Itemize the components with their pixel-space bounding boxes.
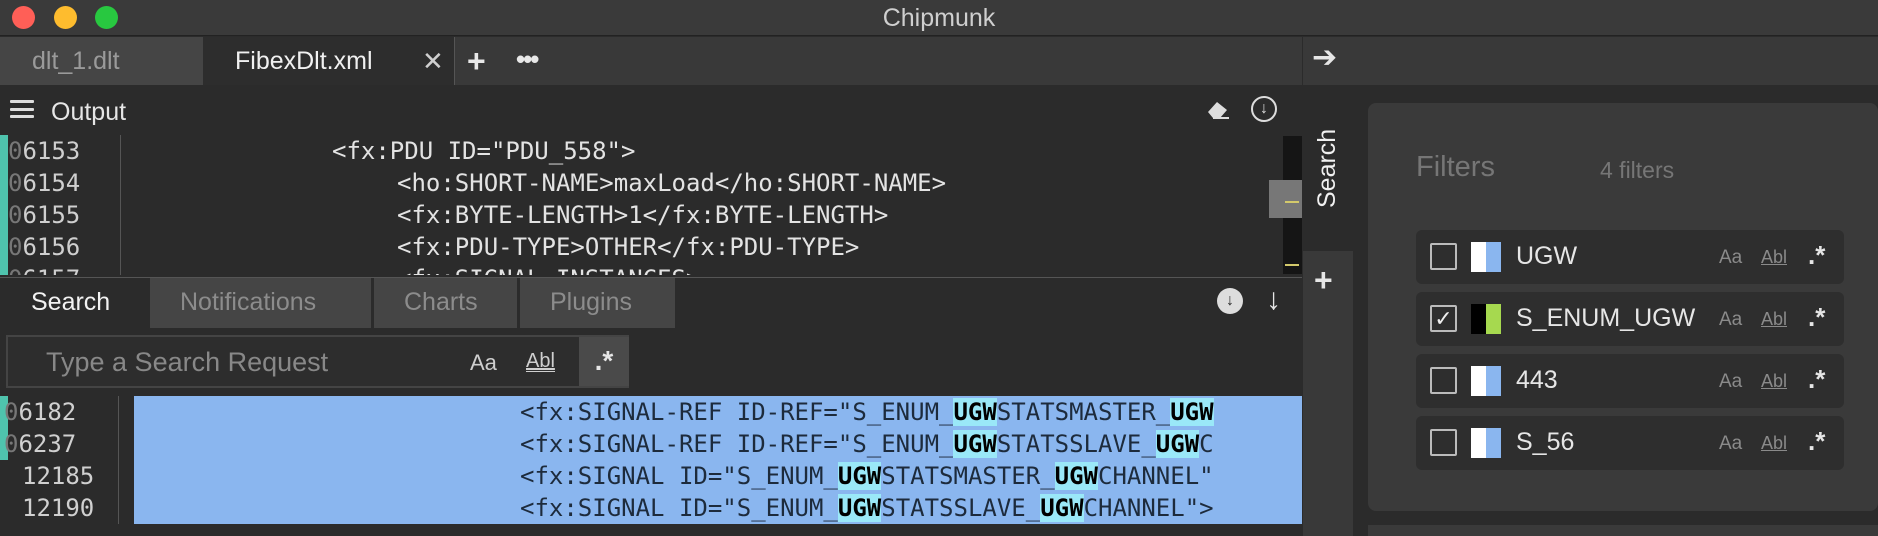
color-swatch-icon[interactable] (1471, 428, 1501, 458)
search-results[interactable]: 06182 <fx:SIGNAL-REF ID-REF="S_ENUM_UGWS… (0, 396, 1302, 524)
result-text: <fx:SIGNAL ID="S_ENUM_UGWSTATSMASTER_UGW… (134, 460, 1302, 492)
code-line: 06154 <ho:SHORT-NAME>maxLoad</ho:SHORT-N… (0, 167, 1284, 199)
result-row[interactable]: 06237 <fx:SIGNAL-REF ID-REF="S_ENUM_UGWS… (0, 428, 1302, 460)
match-marker (1285, 264, 1299, 266)
result-line-number: 06182 (4, 398, 77, 426)
whole-word-icon[interactable]: Abl (1761, 309, 1787, 330)
result-line-number: 06237 (4, 430, 77, 458)
filter-row[interactable]: 443 Aa Abl .* (1416, 354, 1844, 408)
result-text: <fx:SIGNAL-REF ID-REF="S_ENUM_UGWSTATSMA… (134, 396, 1302, 428)
regex-icon[interactable]: .* (1808, 426, 1825, 457)
regex-icon[interactable]: .* (1808, 240, 1825, 271)
tab-fibexdlt[interactable]: FibexDlt.xml (203, 37, 455, 85)
gutter-divider (118, 396, 119, 524)
filter-label: 443 (1516, 366, 1558, 394)
close-tab-icon[interactable]: ✕ (422, 37, 444, 85)
line-number: 6154 (22, 169, 81, 197)
code-line: 06153 <fx:PDU ID="PDU_558"> (0, 135, 1284, 167)
result-text: <fx:SIGNAL ID="S_ENUM_UGWSTATSSLAVE_UGWC… (134, 492, 1302, 524)
file-tabs-bar: dlt_1.dlt FibexDlt.xml ✕ + ••• (0, 37, 1302, 85)
match-case-icon[interactable]: Aa (1719, 247, 1742, 269)
tab-label: FibexDlt.xml (235, 47, 373, 75)
match-marker (1285, 201, 1299, 203)
result-line-number: 12185 (22, 462, 95, 490)
add-icon[interactable]: + (1314, 262, 1333, 299)
filter-row[interactable]: S_56 Aa Abl .* (1416, 416, 1844, 470)
match-case-icon[interactable]: Aa (1719, 433, 1742, 455)
title-bar: Chipmunk (0, 0, 1878, 36)
arrow-right-icon[interactable]: ➔ (1312, 40, 1337, 75)
whole-word-icon[interactable]: Abl (1761, 371, 1787, 392)
regex-icon[interactable]: .* (1808, 302, 1825, 333)
match-case-button[interactable]: Aa (470, 350, 497, 376)
color-swatch-icon[interactable] (1471, 366, 1501, 396)
color-swatch-icon[interactable] (1471, 242, 1501, 272)
status-strip (0, 524, 1302, 536)
match-case-icon[interactable]: Aa (1719, 371, 1742, 393)
line-number: 6155 (22, 201, 81, 229)
sidebar-tab-label[interactable]: Search (1313, 129, 1342, 208)
output-header: Output (0, 86, 1302, 128)
regex-icon[interactable]: .* (1808, 364, 1825, 395)
eraser-icon[interactable] (1205, 98, 1231, 120)
filter-checkbox[interactable] (1430, 429, 1457, 456)
line-number: 6157 (22, 265, 80, 275)
code-line: 06157 <fx:SIGNAL-INSTANCES> (0, 263, 1284, 275)
match-case-icon[interactable]: Aa (1719, 309, 1742, 331)
arrow-down-icon[interactable]: ↓ (1266, 283, 1281, 317)
result-line-number: 12190 (22, 494, 95, 522)
code-line: 06156 <fx:PDU-TYPE>OTHER</fx:PDU-TYPE> (0, 231, 1284, 263)
line-text: <fx:PDU ID="PDU_558"> (332, 137, 636, 165)
filter-checkbox[interactable] (1430, 367, 1457, 394)
filter-checkbox[interactable]: ✓ (1430, 305, 1457, 332)
tab-notifications[interactable]: Notifications (150, 278, 372, 328)
line-number: 6156 (22, 233, 81, 261)
color-swatch-icon[interactable] (1471, 304, 1501, 334)
result-text: <fx:SIGNAL-REF ID-REF="S_ENUM_UGWSTATSSL… (134, 428, 1302, 460)
scrollbar-thumb[interactable] (1269, 180, 1302, 218)
download-icon[interactable]: ↓ (1251, 96, 1277, 122)
tab-label: dlt_1.dlt (32, 47, 120, 75)
search-input[interactable]: Type a Search Request Aa Abl .* (6, 335, 629, 388)
tab-search[interactable]: Search (0, 278, 148, 328)
menu-icon[interactable] (10, 100, 34, 118)
filters-count: 4 filters (1600, 157, 1675, 183)
filter-row[interactable]: ✓ S_ENUM_UGW Aa Abl .* (1416, 292, 1844, 346)
search-placeholder: Type a Search Request (46, 347, 329, 377)
filter-label: S_ENUM_UGW (1516, 304, 1696, 332)
minimap-scrollbar[interactable] (1269, 136, 1302, 274)
bottom-panel-tabs: Search Notifications Charts Plugins (0, 277, 1302, 328)
sidebar-header (1303, 37, 1878, 85)
output-label: Output (51, 98, 127, 126)
filter-label: S_56 (1516, 428, 1575, 456)
tab-dlt-1[interactable]: dlt_1.dlt (0, 37, 203, 85)
filters-title: Filters (1416, 151, 1495, 183)
download-circle-icon[interactable]: ↓ (1217, 288, 1243, 314)
tab-charts[interactable]: Charts (374, 278, 518, 328)
tab-plugins[interactable]: Plugins (520, 278, 676, 328)
gutter-divider (120, 135, 121, 275)
output-viewer[interactable]: 06153 <fx:PDU ID="PDU_558"> 06154 <ho:SH… (0, 135, 1284, 275)
code-line: 06155 <fx:BYTE-LENGTH>1</fx:BYTE-LENGTH> (0, 199, 1284, 231)
whole-word-button[interactable]: Abl (526, 351, 555, 372)
line-text: <fx:BYTE-LENGTH>1</fx:BYTE-LENGTH> (397, 201, 889, 229)
window-title: Chipmunk (882, 4, 996, 32)
panel-footer (1368, 525, 1878, 536)
add-tab-icon[interactable]: + (467, 37, 486, 85)
line-text: <fx:PDU-TYPE>OTHER</fx:PDU-TYPE> (397, 233, 860, 261)
line-number: 6153 (22, 137, 81, 165)
whole-word-icon[interactable]: Abl (1761, 433, 1787, 454)
regex-button[interactable]: .* (579, 337, 629, 386)
filter-row[interactable]: UGW Aa Abl .* (1416, 230, 1844, 284)
filter-label: UGW (1516, 242, 1578, 270)
result-row[interactable]: 06182 <fx:SIGNAL-REF ID-REF="S_ENUM_UGWS… (0, 396, 1302, 428)
whole-word-icon[interactable]: Abl (1761, 247, 1787, 268)
more-icon[interactable]: ••• (516, 37, 539, 81)
result-row[interactable]: 12190 <fx:SIGNAL ID="S_ENUM_UGWSTATSSLAV… (0, 492, 1302, 524)
line-text: <ho:SHORT-NAME>maxLoad</ho:SHORT-NAME> (397, 169, 947, 197)
filter-checkbox[interactable] (1430, 243, 1457, 270)
line-text: <fx:SIGNAL-INSTANCES> (397, 263, 700, 275)
result-row[interactable]: 12185 <fx:SIGNAL ID="S_ENUM_UGWSTATSMAST… (0, 460, 1302, 492)
